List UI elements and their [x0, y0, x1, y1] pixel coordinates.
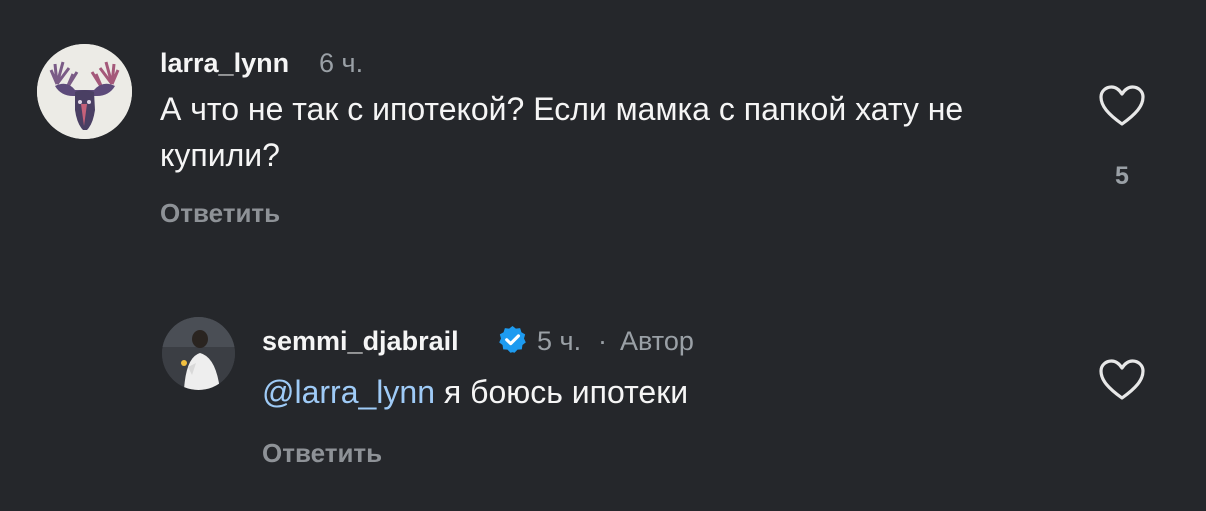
- comment-text: А что не так с ипотекой? Если мамка с па…: [160, 91, 964, 173]
- reply-button[interactable]: Ответить: [262, 438, 382, 469]
- comment-semmi-djabrail: semmi_djabrail 5 ч. · Автор @larra_lynn …: [0, 260, 1206, 511]
- comment-text: @larra_lynn я боюсь ипотеки: [262, 369, 1062, 415]
- heart-icon: [1099, 359, 1145, 400]
- mention-link[interactable]: @larra_lynn: [262, 374, 435, 410]
- user-avatar[interactable]: [37, 44, 132, 139]
- like-count: 5: [1115, 162, 1129, 190]
- comment-username[interactable]: semmi_djabrail: [262, 326, 459, 357]
- person-photo-icon: [162, 317, 235, 390]
- reply-button[interactable]: Ответить: [160, 198, 280, 229]
- comment-timestamp: 6 ч.: [319, 48, 364, 78]
- like-button[interactable]: [1098, 84, 1146, 128]
- comment-body: я боюсь ипотеки: [435, 374, 689, 410]
- like-button[interactable]: [1098, 358, 1146, 402]
- moose-icon: [37, 44, 132, 139]
- comment-username[interactable]: larra_lynn: [160, 48, 289, 79]
- comment-larra-lynn: larra_lynn 6 ч. А что не так с ипотекой?…: [0, 0, 1206, 260]
- user-avatar[interactable]: [162, 317, 235, 390]
- heart-icon: [1099, 85, 1145, 126]
- verified-badge-icon: [499, 325, 526, 353]
- author-label: Автор: [620, 326, 694, 356]
- meta-separator: ·: [598, 326, 607, 356]
- comment-timestamp: 5 ч.: [537, 326, 582, 356]
